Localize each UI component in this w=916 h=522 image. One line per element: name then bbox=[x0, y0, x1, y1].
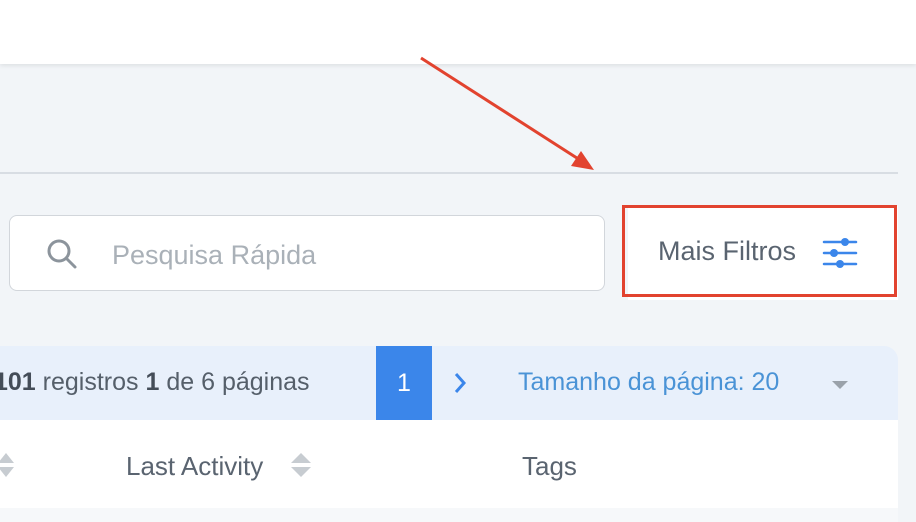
section-divider bbox=[0, 172, 898, 174]
sliders-icon bbox=[822, 238, 858, 268]
column-header-tags: Tags bbox=[522, 451, 577, 481]
top-bar bbox=[0, 0, 916, 64]
table-row bbox=[0, 508, 898, 522]
table-header: Last Activity Tags bbox=[0, 420, 898, 510]
records-total: 101 bbox=[0, 368, 36, 396]
records-summary: 101 registros 1 de 6 páginas bbox=[0, 368, 310, 397]
more-filters-label: Mais Filtros bbox=[658, 236, 797, 266]
sort-icon[interactable] bbox=[290, 450, 312, 480]
search-input[interactable] bbox=[110, 235, 584, 275]
chevron-right-icon[interactable] bbox=[450, 370, 470, 396]
current-page: 1 bbox=[145, 368, 160, 396]
pages-count: de 6 páginas bbox=[159, 368, 310, 396]
quick-search-box[interactable] bbox=[9, 215, 605, 291]
pagination-bar: 101 registros 1 de 6 páginas 1 Tamanho d… bbox=[0, 346, 898, 420]
records-word: registros bbox=[35, 368, 146, 396]
page-size-select[interactable]: Tamanho da página: 20 bbox=[518, 368, 779, 397]
more-filters-button[interactable]: Mais Filtros bbox=[628, 206, 898, 300]
column-header-last-activity[interactable]: Last Activity bbox=[126, 451, 263, 482]
search-icon bbox=[47, 239, 77, 269]
caret-down-icon[interactable] bbox=[830, 379, 850, 391]
sort-icon[interactable] bbox=[0, 450, 18, 480]
page-button-1[interactable]: 1 bbox=[376, 346, 432, 420]
